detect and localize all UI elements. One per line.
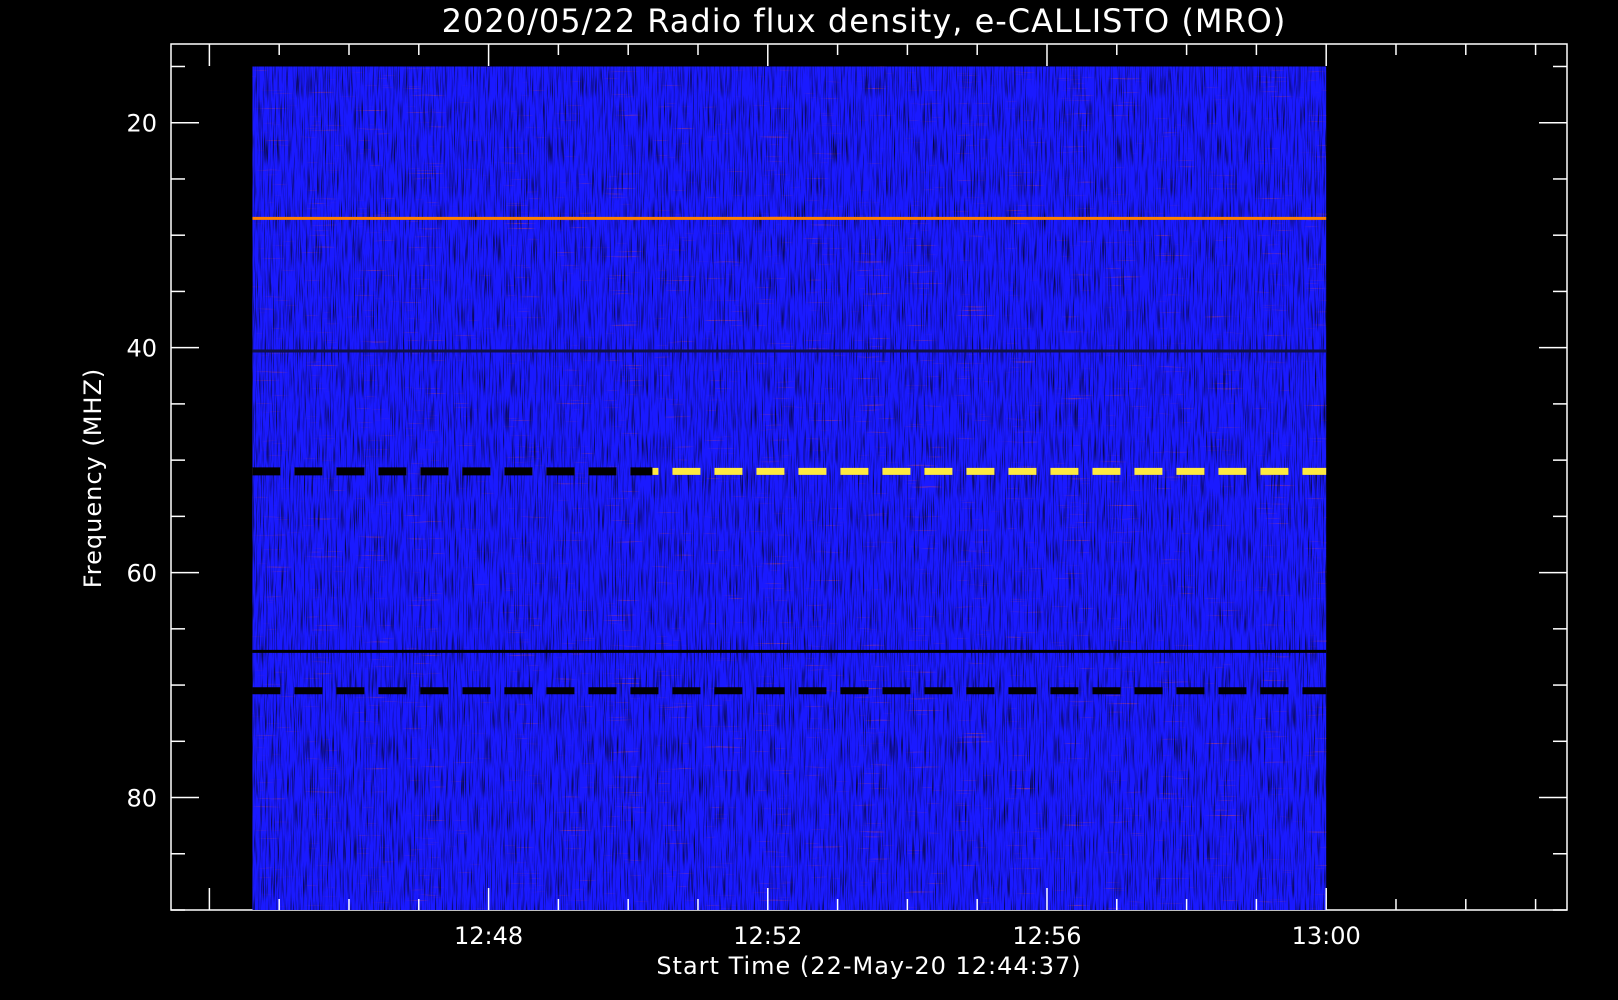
spectrogram-figure: 2020/05/22 Radio flux density, e-CALLIST… (79, 2, 1568, 980)
y-tick-label: 60 (126, 560, 157, 588)
spectrogram-image (252, 66, 1327, 910)
x-tick-label: 12:52 (733, 922, 802, 950)
y-tick-label: 40 (126, 335, 157, 363)
x-tick-label: 13:00 (1292, 922, 1361, 950)
x-tick-label: 12:56 (1012, 922, 1081, 950)
x-axis-label: Start Time (22-May-20 12:44:37) (656, 952, 1081, 980)
x-tick-label: 12:48 (454, 922, 523, 950)
y-axis-label: Frequency (MHZ) (79, 368, 107, 589)
chart-title: 2020/05/22 Radio flux density, e-CALLIST… (442, 2, 1287, 40)
y-tick-label: 20 (126, 110, 157, 138)
spectrogram-dark-texture (252, 66, 1327, 910)
y-tick-label: 80 (126, 785, 157, 813)
